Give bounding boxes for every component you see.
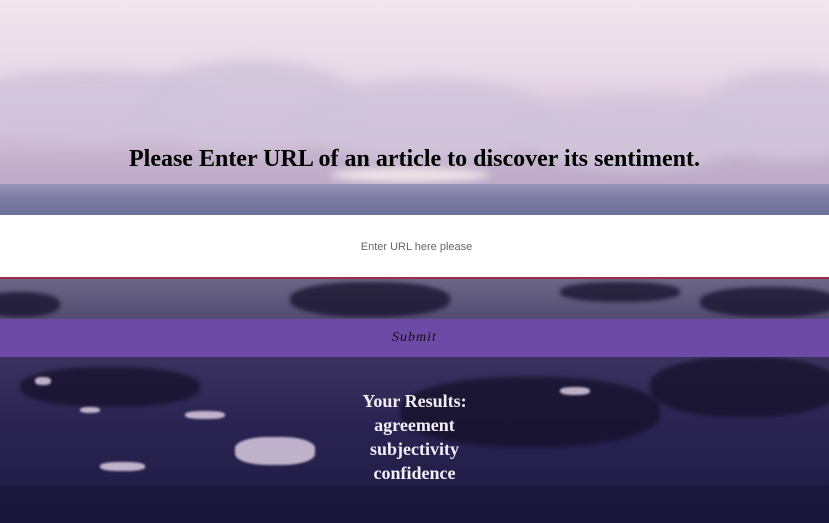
page-heading: Please Enter URL of an article to discov… bbox=[128, 146, 701, 172]
results-title: Your Results: bbox=[362, 391, 467, 411]
result-subjectivity: subjectivity bbox=[370, 439, 459, 459]
results-panel: Your Results: agreement subjectivity con… bbox=[0, 389, 829, 485]
sky bbox=[0, 0, 829, 215]
url-input[interactable] bbox=[0, 215, 829, 279]
footer-band bbox=[0, 485, 829, 523]
result-confidence: confidence bbox=[373, 463, 456, 483]
url-input-container bbox=[0, 215, 829, 279]
result-agreement: agreement bbox=[374, 415, 455, 435]
sea bbox=[0, 184, 829, 215]
submit-button[interactable]: Submit bbox=[0, 319, 829, 357]
